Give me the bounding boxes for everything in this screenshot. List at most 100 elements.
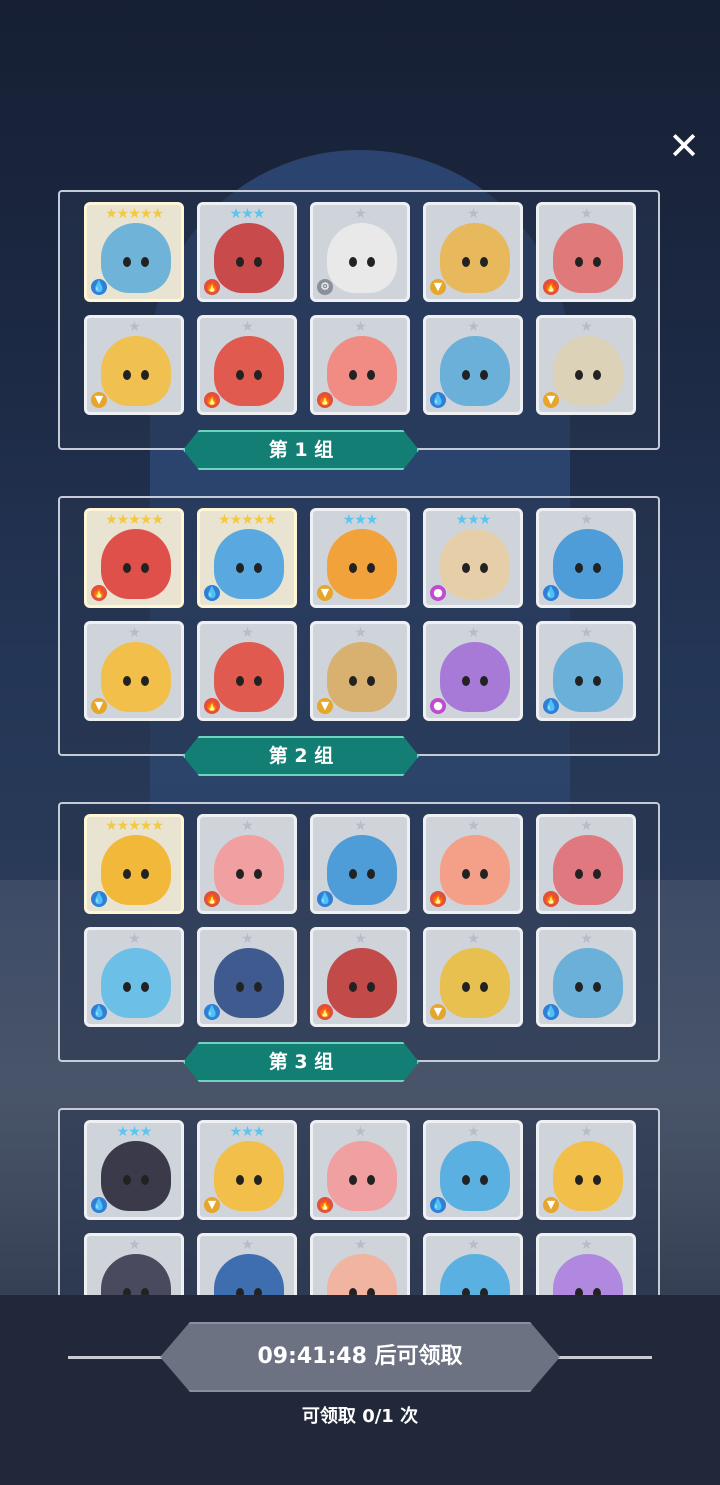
hero-eye <box>575 676 583 686</box>
hero-card[interactable]: ★★★ 🔥 <box>197 202 297 302</box>
hero-card[interactable]: ★💧 <box>197 927 297 1027</box>
hero-eye <box>141 676 149 686</box>
hero-portrait <box>214 835 284 905</box>
hero-card[interactable]: ★ ▼ <box>536 315 636 415</box>
water-element-icon: 💧 <box>91 279 107 295</box>
star-rating-icon: ★★★ <box>229 206 266 222</box>
hero-card[interactable]: ★💧 <box>197 1233 297 1295</box>
hero-card[interactable]: ★★★ ▼ <box>310 508 410 608</box>
hero-card[interactable]: ★ ▼ <box>310 621 410 721</box>
hero-eye <box>367 257 375 267</box>
hero-eye <box>575 563 583 573</box>
hero-card[interactable]: ★💧 <box>536 927 636 1027</box>
group-panel-2: ★★★★★ 🔥 ★★★★★ 💧 ★★★ ▼ ★★★ ● ★ 💧 ★ ▼ ★ 🔥 ★ ▼ ★ ● ★ 💧 <box>58 496 660 756</box>
group-list[interactable]: ★★★★★ 💧 ★★★ 🔥 ★ ⚙ ★ ▼ ★ 🔥 ★ ▼ ★ 🔥 ★ 🔥 ★ 💧 ★ ▼ 第 1 组 ★★★★★ 🔥 ★★★… <box>0 180 720 1295</box>
hero-card[interactable]: ★ ▼ <box>84 315 184 415</box>
hero-portrait <box>101 835 171 905</box>
hero-card[interactable]: ★💧 <box>84 927 184 1027</box>
claim-timer-button[interactable]: 09:41:48 后可领取 <box>160 1322 560 1392</box>
close-icon[interactable]: ✕ <box>666 127 702 165</box>
hero-eye <box>141 1288 149 1295</box>
hero-eye <box>367 370 375 380</box>
hero-card[interactable]: ★★★★★ 💧 <box>84 202 184 302</box>
group-panel-1: ★★★★★ 💧 ★★★ 🔥 ★ ⚙ ★ ▼ ★ 🔥 ★ ▼ ★ 🔥 ★ 🔥 ★ 💧 ★ ▼ <box>58 190 660 450</box>
hero-eye <box>462 1175 470 1185</box>
hero-card[interactable]: ★● <box>536 1233 636 1295</box>
hero-card[interactable]: ★🔥 <box>423 814 523 914</box>
star-rating-icon: ★ <box>354 1237 367 1253</box>
hero-card[interactable]: ★🔥 <box>536 814 636 914</box>
hero-portrait <box>553 529 623 599</box>
hero-eye <box>575 370 583 380</box>
star-rating-icon: ★★★ <box>116 1124 153 1140</box>
water-element-icon: 💧 <box>543 698 559 714</box>
hero-card[interactable]: ★★★ 💧 <box>84 1120 184 1220</box>
hero-card[interactable]: ★💧 <box>423 1233 523 1295</box>
hero-card[interactable]: ★💧 <box>536 621 636 721</box>
hero-card[interactable]: ★💧 <box>536 508 636 608</box>
hero-card[interactable]: ★● <box>423 621 523 721</box>
hero-card[interactable]: ★🔥 <box>197 814 297 914</box>
hero-portrait <box>440 223 510 293</box>
hero-card[interactable]: ★🔥 <box>310 315 410 415</box>
hero-eye <box>236 563 244 573</box>
hero-card[interactable]: ★ ⚙ <box>310 202 410 302</box>
hero-card[interactable]: ★ ▼ <box>536 1120 636 1220</box>
hero-eye <box>593 869 601 879</box>
water-element-icon: 💧 <box>430 1197 446 1213</box>
hero-eye <box>480 257 488 267</box>
fire-element-icon: 🔥 <box>317 392 333 408</box>
star-rating-icon: ★ <box>354 625 367 641</box>
hero-card[interactable]: ★★★★★ 💧 <box>84 814 184 914</box>
dark-element-icon: ● <box>430 698 446 714</box>
hero-eye <box>349 1288 357 1295</box>
hero-eye <box>480 982 488 992</box>
star-rating-icon: ★★★ <box>342 512 379 528</box>
hero-card[interactable]: ★★★ ● <box>423 508 523 608</box>
hero-portrait <box>327 223 397 293</box>
hero-card[interactable]: ★💧 <box>84 1233 184 1295</box>
hero-card[interactable]: ★💧 <box>423 315 523 415</box>
star-rating-icon: ★ <box>580 931 593 947</box>
hero-card[interactable]: ★🔥 <box>310 927 410 1027</box>
hero-eye <box>254 1288 262 1295</box>
star-rating-icon: ★ <box>354 1124 367 1140</box>
hero-eye <box>575 869 583 879</box>
hero-card[interactable]: ★🔥 <box>536 202 636 302</box>
star-rating-icon: ★ <box>467 1237 480 1253</box>
hero-eye <box>593 676 601 686</box>
hero-card[interactable]: ★★★ ▼ <box>197 1120 297 1220</box>
hero-eye <box>480 676 488 686</box>
hero-card[interactable]: ★ ▼ <box>423 927 523 1027</box>
earth-element-icon: ▼ <box>430 279 446 295</box>
hero-card[interactable]: ★🔥 <box>197 315 297 415</box>
hero-card[interactable]: ★💧 <box>423 1120 523 1220</box>
hero-portrait <box>440 1141 510 1211</box>
hero-portrait <box>214 1254 284 1295</box>
hero-portrait <box>101 1141 171 1211</box>
hero-eye <box>575 1175 583 1185</box>
star-rating-icon: ★★★★★ <box>105 512 164 528</box>
hero-card[interactable]: ★ ▼ <box>423 202 523 302</box>
hero-portrait <box>214 529 284 599</box>
hero-portrait <box>327 835 397 905</box>
fire-element-icon: 🔥 <box>317 1004 333 1020</box>
hero-card[interactable]: ★🔥 <box>197 621 297 721</box>
hero-card[interactable]: ★🔥 <box>310 1120 410 1220</box>
star-rating-icon: ★ <box>580 1124 593 1140</box>
star-rating-icon: ★★★★★ <box>105 206 164 222</box>
fire-element-icon: 🔥 <box>91 585 107 601</box>
hero-card[interactable]: ★★★★★ 💧 <box>197 508 297 608</box>
hero-eye <box>123 370 131 380</box>
star-rating-icon: ★ <box>241 1237 254 1253</box>
hero-portrait <box>440 336 510 406</box>
hero-eye <box>480 370 488 380</box>
hero-card[interactable]: ★ ▼ <box>84 621 184 721</box>
star-rating-icon: ★★★ <box>229 1124 266 1140</box>
star-rating-icon: ★ <box>467 319 480 335</box>
hero-card[interactable]: ★💧 <box>310 814 410 914</box>
hero-card[interactable]: ★🔥 <box>310 1233 410 1295</box>
hero-card[interactable]: ★★★★★ 🔥 <box>84 508 184 608</box>
star-rating-icon: ★ <box>580 625 593 641</box>
hero-portrait <box>214 1141 284 1211</box>
